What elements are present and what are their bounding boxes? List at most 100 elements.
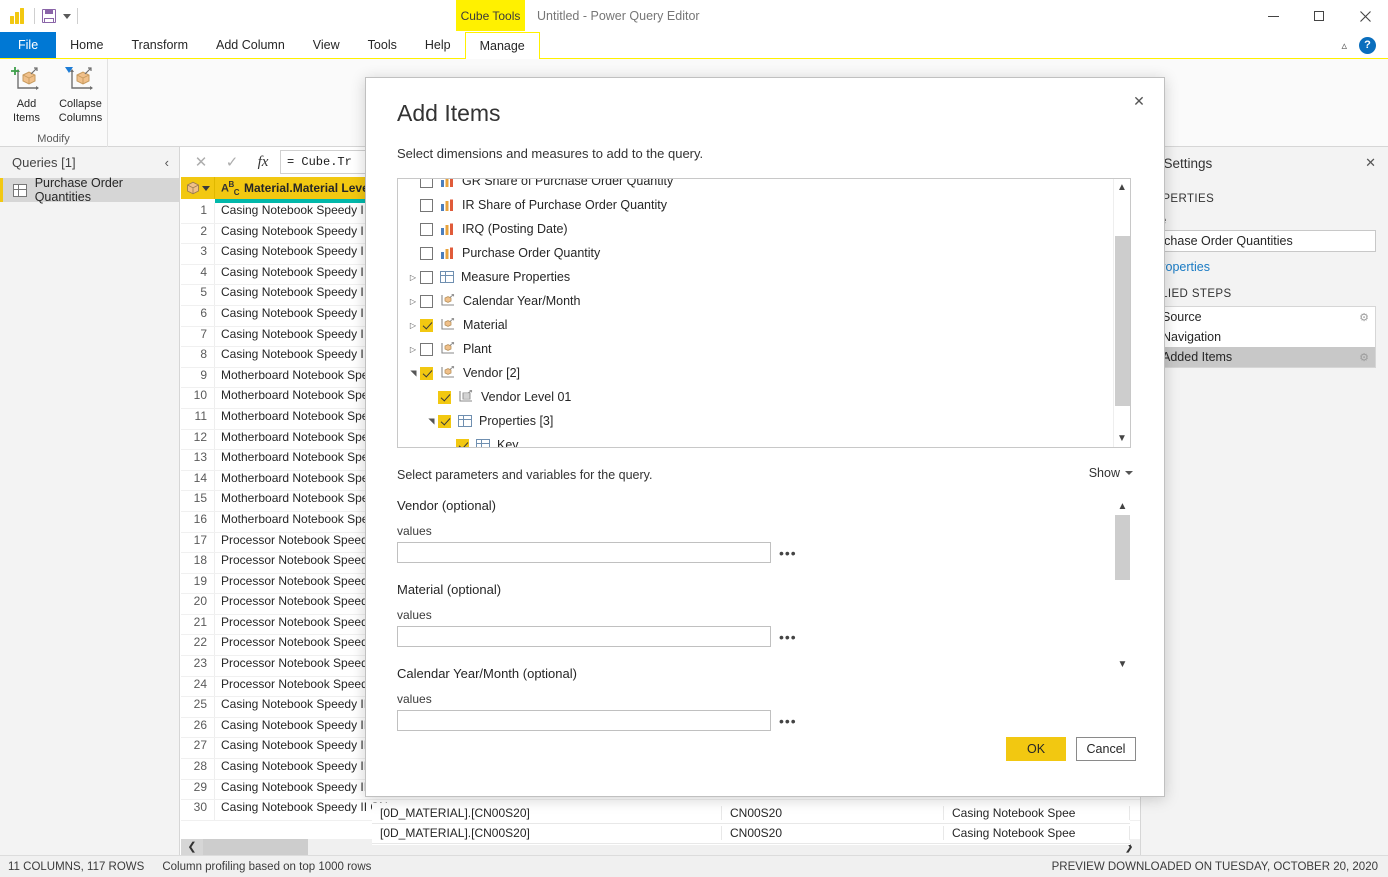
- row-number: 5: [181, 285, 215, 305]
- tree-item-checkbox[interactable]: [420, 223, 433, 236]
- tree-item[interactable]: ▷ Measure Properties: [398, 265, 1113, 289]
- applied-step-item[interactable]: Added Items⚙: [1154, 347, 1375, 367]
- ribbon-tab-view[interactable]: View: [299, 32, 354, 58]
- tree-vertical-scrollbar[interactable]: ▲ ▼: [1113, 179, 1130, 447]
- maximize-button[interactable]: [1296, 0, 1342, 32]
- add-items-button[interactable]: Add Items: [1, 64, 53, 124]
- tree-item-checkbox[interactable]: [420, 178, 433, 188]
- applied-step-item[interactable]: Source⚙: [1154, 307, 1375, 327]
- collapse-columns-button[interactable]: Collapse Columns: [55, 64, 107, 124]
- chevron-down-icon[interactable]: [202, 186, 210, 191]
- gear-icon[interactable]: ⚙: [1359, 311, 1369, 324]
- tree-item[interactable]: ▷Calendar Year/Month: [398, 289, 1113, 313]
- tree-item[interactable]: IR Share of Purchase Order Quantity: [398, 193, 1113, 217]
- ribbon-tab-tools[interactable]: Tools: [354, 32, 411, 58]
- tree-item-checkbox[interactable]: [420, 367, 433, 380]
- ribbon-tab-transform[interactable]: Transform: [118, 32, 203, 58]
- parameters-panel: Vendor (optional)values•••Material (opti…: [397, 498, 1131, 768]
- parameter-more-button[interactable]: •••: [779, 548, 797, 558]
- chevron-right-icon[interactable]: ▷: [406, 345, 420, 354]
- ribbon-tab-manage[interactable]: Manage: [465, 32, 540, 59]
- tree-item[interactable]: ◢Properties [3]: [398, 409, 1113, 433]
- query-name-input[interactable]: rchase Order Quantities: [1153, 230, 1376, 252]
- parameters-vertical-scrollbar[interactable]: ▲ ▼: [1114, 498, 1131, 673]
- parameter-group: Vendor (optional)values•••: [397, 498, 1131, 563]
- ribbon-tab-file[interactable]: File: [0, 32, 56, 58]
- query-name-label: ne: [1153, 213, 1376, 227]
- applied-steps-section-header: PLIED STEPS: [1153, 288, 1376, 300]
- collapse-ribbon-icon[interactable]: ▵: [1341, 39, 1347, 52]
- tree-item-checkbox[interactable]: [420, 247, 433, 260]
- tree-item[interactable]: IRQ (Posting Date): [398, 217, 1113, 241]
- insert-function-icon[interactable]: fx: [249, 150, 277, 174]
- tree-item[interactable]: ▷Material: [398, 313, 1113, 337]
- horizontal-scroll-thumb[interactable]: [203, 839, 308, 855]
- chevron-right-icon[interactable]: ▷: [406, 321, 420, 330]
- cube-column-selector[interactable]: [181, 177, 215, 199]
- minimize-button[interactable]: [1250, 0, 1296, 32]
- cancel-button[interactable]: Cancel: [1076, 737, 1136, 761]
- close-query-settings-icon[interactable]: ✕: [1365, 155, 1376, 171]
- tree-item[interactable]: GR Share of Purchase Order Quantity: [398, 178, 1113, 193]
- scroll-down-icon[interactable]: ▼: [1114, 656, 1131, 673]
- parameters-scroll-track[interactable]: [1114, 515, 1131, 656]
- tree-item-checkbox[interactable]: [420, 343, 433, 356]
- applied-step-item[interactable]: Navigation: [1154, 327, 1375, 347]
- tree-item[interactable]: Purchase Order Quantity: [398, 241, 1113, 265]
- tree-item-checkbox[interactable]: [438, 391, 451, 404]
- tree-item[interactable]: ◢Vendor [2]: [398, 361, 1113, 385]
- collapse-queries-pane-icon[interactable]: ‹: [165, 155, 169, 170]
- table-row[interactable]: [0D_MATERIAL].[CN00S20]CN00S20Casing Not…: [372, 824, 1130, 845]
- chevron-down-icon[interactable]: ◢: [427, 414, 436, 428]
- tree-item[interactable]: Vendor Level 01: [398, 385, 1113, 409]
- scroll-up-icon[interactable]: ▲: [1114, 179, 1131, 196]
- text-type-icon: ABC: [221, 180, 239, 197]
- gear-icon[interactable]: ⚙: [1359, 351, 1369, 364]
- table-row[interactable]: [0D_MATERIAL].[CN00S20]CN00S20Casing Not…: [372, 803, 1130, 824]
- tree-item-checkbox[interactable]: [420, 271, 433, 284]
- parameter-value-input[interactable]: [397, 626, 771, 647]
- ok-button[interactable]: OK: [1006, 737, 1066, 761]
- measure-icon: [440, 247, 455, 260]
- scroll-down-icon[interactable]: ▼: [1114, 430, 1131, 447]
- cancel-formula-button[interactable]: ✕: [187, 150, 215, 174]
- tree-item-checkbox[interactable]: [420, 199, 433, 212]
- tree-scroll-thumb[interactable]: [1115, 236, 1130, 406]
- tree-item-label: Measure Properties: [461, 270, 570, 284]
- accept-formula-button[interactable]: ✓: [218, 150, 246, 174]
- parameter-value-input[interactable]: [397, 542, 771, 563]
- show-toggle[interactable]: Show: [1089, 466, 1133, 480]
- save-icon[interactable]: [41, 8, 57, 24]
- tree-item-label: Plant: [463, 342, 492, 356]
- dialog-subtitle: Select dimensions and measures to add to…: [397, 146, 703, 161]
- scroll-up-icon[interactable]: ▲: [1114, 498, 1131, 515]
- chevron-right-icon[interactable]: ▷: [406, 297, 420, 306]
- tree-item-checkbox[interactable]: [420, 319, 433, 332]
- table-cell: [0D_MATERIAL].[CN00S20]: [372, 826, 722, 840]
- help-icon[interactable]: ?: [1359, 37, 1376, 54]
- ribbon-tab-add-column[interactable]: Add Column: [202, 32, 299, 58]
- ribbon-tab-help[interactable]: Help: [411, 32, 465, 58]
- tree-item-checkbox[interactable]: [456, 439, 469, 449]
- query-settings-pane: y Settings ✕ OPERTIES ne rchase Order Qu…: [1140, 147, 1388, 855]
- parameter-value-input[interactable]: [397, 710, 771, 731]
- ribbon-tab-home[interactable]: Home: [56, 32, 117, 58]
- quick-access-dropdown-icon[interactable]: [63, 14, 71, 19]
- tree-item[interactable]: Key: [398, 433, 1113, 448]
- tree-item[interactable]: ▷ Plant: [398, 337, 1113, 361]
- scroll-left-icon[interactable]: ❮: [181, 839, 203, 855]
- parameter-more-button[interactable]: •••: [779, 632, 797, 642]
- table-cell: CN00S20: [722, 806, 944, 820]
- query-list-item[interactable]: Purchase Order Quantities: [0, 178, 179, 202]
- chevron-down-icon[interactable]: ◢: [409, 366, 418, 380]
- parameter-more-button[interactable]: •••: [779, 716, 797, 726]
- chevron-right-icon[interactable]: ▷: [406, 273, 420, 282]
- tree-item-checkbox[interactable]: [420, 295, 433, 308]
- tree-scroll-track[interactable]: [1114, 196, 1131, 430]
- tree-item-checkbox[interactable]: [438, 415, 451, 428]
- all-properties-link[interactable]: Properties: [1153, 260, 1376, 274]
- close-window-button[interactable]: [1342, 0, 1388, 32]
- parameters-scroll-thumb[interactable]: [1115, 515, 1130, 580]
- close-dialog-button[interactable]: ✕: [1126, 90, 1152, 112]
- row-number: 10: [181, 388, 215, 408]
